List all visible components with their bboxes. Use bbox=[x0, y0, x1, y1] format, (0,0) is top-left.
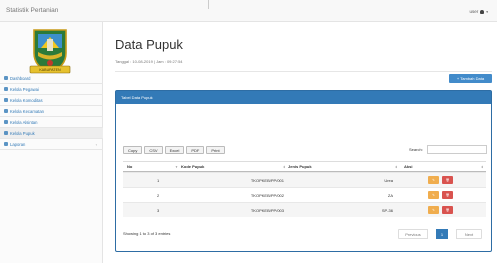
table-row: 3 TKOPKEB/PP/003 SP-36 ✎ 🗑 bbox=[123, 202, 486, 217]
excel-button[interactable]: Excel bbox=[164, 146, 185, 154]
caret-down-icon: ▾ bbox=[486, 9, 488, 14]
sort-icon[interactable]: ⇕ bbox=[395, 165, 398, 169]
trash-icon: 🗑 bbox=[445, 193, 450, 197]
user-label: user bbox=[469, 9, 479, 14]
sort-asc-icon[interactable]: ▼ bbox=[175, 165, 178, 169]
leaf-icon bbox=[4, 98, 8, 102]
top-divider bbox=[208, 0, 209, 9]
edit-icon: ✎ bbox=[432, 178, 435, 182]
dashboard-icon bbox=[4, 76, 8, 80]
cell-jenis: ZA bbox=[387, 192, 393, 198]
column-header-kode[interactable]: Kode Pupuk bbox=[181, 164, 285, 169]
pdf-button[interactable]: PDF bbox=[186, 146, 205, 154]
file-icon bbox=[4, 142, 8, 146]
table-header: No ▼ Kode Pupuk ⇕ Jenis Pupuk ⇕ Aksi ⇕ bbox=[123, 161, 486, 172]
table-row: 2 TKOPKEB/PP/002 ZA ✎ 🗑 bbox=[123, 187, 486, 202]
delete-button[interactable]: 🗑 bbox=[442, 206, 453, 214]
delete-button[interactable]: 🗑 bbox=[442, 191, 453, 199]
sidebar-item-pupuk[interactable]: Kelola Pupuk bbox=[0, 128, 103, 139]
sidebar-item-dashboard[interactable]: Dashboard bbox=[0, 73, 103, 84]
cell-jenis: SP-36 bbox=[381, 207, 393, 213]
sidebar-item-kecamatan[interactable]: Kelola Kecamatan bbox=[0, 106, 103, 117]
search-input[interactable] bbox=[427, 145, 487, 154]
app-brand[interactable]: Statistik Pertanian bbox=[6, 7, 58, 14]
cell-kode: TKOPKEB/PP/002 bbox=[250, 192, 284, 198]
user-menu[interactable]: user ▾ bbox=[469, 9, 488, 14]
edit-icon: ✎ bbox=[432, 208, 435, 212]
edit-button[interactable]: ✎ bbox=[428, 206, 439, 214]
regency-logo: KABUPATEN bbox=[29, 29, 71, 74]
edit-button[interactable]: ✎ bbox=[428, 191, 439, 199]
wrench-icon bbox=[4, 120, 8, 124]
next-button[interactable]: Next bbox=[456, 229, 482, 239]
column-header-no[interactable]: No bbox=[127, 164, 177, 169]
sidebar: KABUPATEN Dashboard Kelola Pegawai Kelol… bbox=[0, 22, 103, 263]
svg-text:KABUPATEN: KABUPATEN bbox=[39, 68, 61, 72]
user-icon bbox=[4, 87, 8, 91]
table-info: Showing 1 to 3 of 3 entries bbox=[123, 231, 171, 236]
panel-heading: Tabel Data Pupuk bbox=[116, 91, 491, 104]
user-icon bbox=[480, 9, 485, 14]
cell-no: 3 bbox=[157, 207, 160, 213]
title-divider bbox=[115, 71, 492, 72]
sidebar-item-pegawai[interactable]: Kelola Pegawai bbox=[0, 84, 103, 95]
sidebar-item-laporan[interactable]: Laporan ‹ bbox=[0, 139, 103, 150]
sidebar-item-alsintan[interactable]: Kelola Alsintan bbox=[0, 117, 103, 128]
sidebar-item-komoditas[interactable]: Kelola Komoditas bbox=[0, 95, 103, 106]
main-content: Data Pupuk Tanggal : 10-08-2019 | Jam : … bbox=[103, 22, 497, 263]
page-1-button[interactable]: 1 bbox=[436, 229, 448, 239]
csv-button[interactable]: CSV bbox=[144, 146, 163, 154]
building-icon bbox=[4, 109, 8, 113]
data-panel: Tabel Data Pupuk Copy CSV Excel PDF Prin… bbox=[115, 90, 492, 252]
edit-icon: ✎ bbox=[432, 193, 435, 197]
chevron-left-icon: ‹ bbox=[95, 141, 97, 147]
print-button[interactable]: Print bbox=[206, 146, 225, 154]
pagination: Previous 1 Next bbox=[398, 229, 482, 239]
page-title: Data Pupuk bbox=[115, 37, 183, 52]
cell-kode: TKOPKEB/PP/001 bbox=[250, 177, 284, 183]
flask-icon bbox=[4, 131, 8, 135]
copy-button[interactable]: Copy bbox=[123, 146, 143, 154]
column-header-aksi[interactable]: Aksi bbox=[404, 164, 486, 169]
search-label: Search: bbox=[409, 147, 423, 152]
trash-icon: 🗑 bbox=[445, 178, 450, 182]
export-toolbar: Copy CSV Excel PDF Print bbox=[123, 146, 225, 154]
sort-icon[interactable]: ⇕ bbox=[283, 165, 286, 169]
sort-icon[interactable]: ⇕ bbox=[481, 165, 484, 169]
column-header-jenis[interactable]: Jenis Pupuk bbox=[288, 164, 397, 169]
datetime-text: Tanggal : 10-08-2019 | Jam : 09:27:54 bbox=[115, 59, 183, 64]
edit-button[interactable]: ✎ bbox=[428, 176, 439, 184]
cell-no: 1 bbox=[157, 177, 160, 183]
top-navbar: Statistik Pertanian user ▾ bbox=[0, 0, 497, 22]
trash-icon: 🗑 bbox=[445, 208, 450, 212]
cell-no: 2 bbox=[157, 192, 160, 198]
cell-kode: TKOPKEB/PP/003 bbox=[250, 207, 284, 213]
table-row: 1 TKOPKEB/PP/001 Urea ✎ 🗑 bbox=[123, 172, 486, 187]
cell-jenis: Urea bbox=[384, 177, 393, 183]
previous-button[interactable]: Previous bbox=[398, 229, 428, 239]
add-data-button[interactable]: + Tambah Data bbox=[449, 74, 492, 83]
delete-button[interactable]: 🗑 bbox=[442, 176, 453, 184]
plus-icon: + bbox=[456, 76, 460, 81]
